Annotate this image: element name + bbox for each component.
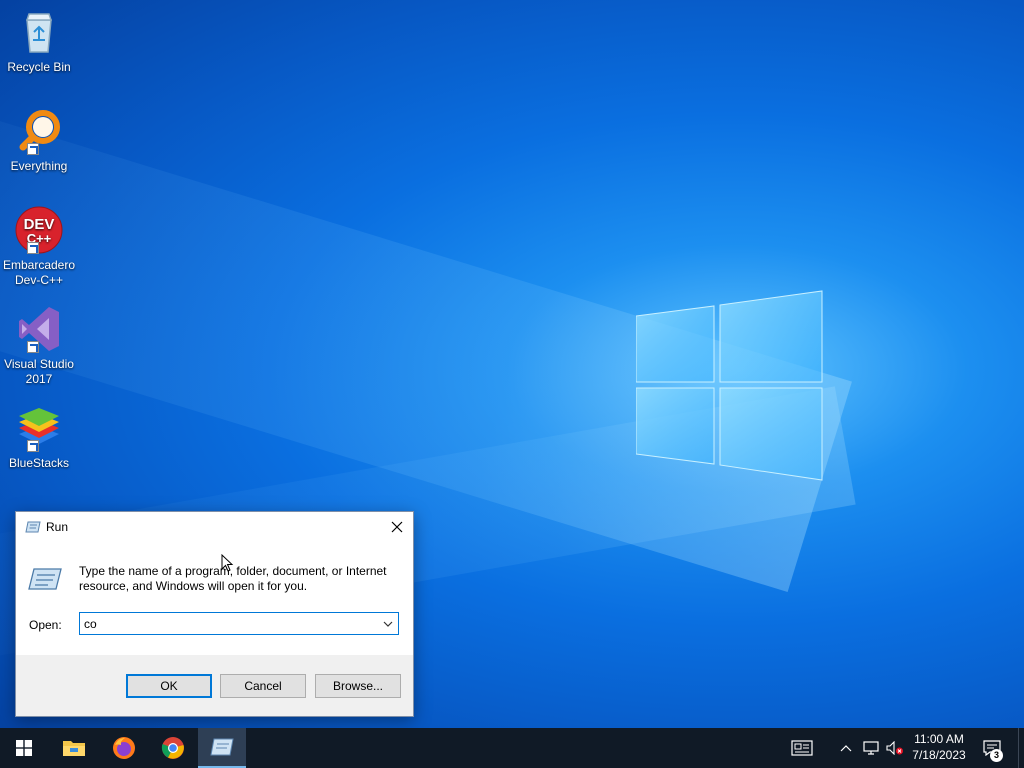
desktop-icon-recycle-bin[interactable]: Recycle Bin <box>2 8 76 75</box>
run-body: Type the name of a program, folder, docu… <box>16 542 413 655</box>
clock-time: 11:00 AM <box>914 732 964 746</box>
recycle-bin-icon <box>15 8 63 56</box>
start-icon <box>16 740 32 756</box>
taskbar-run[interactable] <box>198 728 246 768</box>
run-icon <box>28 568 62 590</box>
desktop-icon-label: Recycle Bin <box>7 60 71 74</box>
run-description: Type the name of a program, folder, docu… <box>79 564 387 593</box>
taskbar-clock[interactable]: 11:00 AM 7/18/2023 <box>904 731 974 765</box>
news-icon <box>791 740 813 756</box>
network-icon <box>863 741 879 755</box>
close-button[interactable] <box>381 512 413 542</box>
volume-muted-icon <box>886 741 903 755</box>
cancel-button[interactable]: Cancel <box>220 674 306 698</box>
firefox-icon <box>113 737 135 759</box>
tray-volume[interactable] <box>885 738 905 758</box>
visual-studio-icon <box>15 305 63 353</box>
run-titlebar[interactable]: Run <box>16 512 413 542</box>
browse-button[interactable]: Browse... <box>315 674 401 698</box>
run-dialog: Run Type the name of a program, folder, … <box>15 511 414 717</box>
desktop-icon-label: Everything <box>10 159 68 173</box>
chrome-icon <box>161 737 184 759</box>
run-icon <box>210 738 234 756</box>
desktop-icon-label: BlueStacks <box>8 456 70 470</box>
shortcut-arrow-icon <box>27 341 39 353</box>
desktop-icon-devcpp[interactable]: DEV C++ Embarcadero Dev-C++ <box>2 206 76 288</box>
tray-overflow-button[interactable] <box>838 738 854 758</box>
notification-count-badge: 3 <box>990 749 1003 762</box>
run-title: Run <box>46 520 69 534</box>
desktop-icon-everything[interactable]: Everything <box>2 107 76 174</box>
shortcut-arrow-icon <box>27 242 39 254</box>
ok-button[interactable]: OK <box>126 674 212 698</box>
open-input[interactable] <box>84 614 378 633</box>
windows-logo <box>636 290 823 481</box>
desktop-icon-bluestacks[interactable]: BlueStacks <box>2 404 76 471</box>
taskbar: 11:00 AM 7/18/2023 3 <box>0 728 1024 768</box>
taskbar-firefox[interactable] <box>100 728 148 768</box>
clock-date: 7/18/2023 <box>912 748 966 762</box>
run-icon <box>25 521 41 533</box>
mouse-cursor-icon <box>221 554 234 572</box>
tray-news[interactable] <box>790 738 814 758</box>
everything-search-icon <box>15 107 63 155</box>
taskbar-chrome[interactable] <box>149 728 197 768</box>
desktop-icon-visual-studio[interactable]: Visual Studio 2017 <box>2 305 76 387</box>
dropdown-button[interactable] <box>378 613 398 634</box>
chevron-up-icon <box>840 745 852 752</box>
desktop-icon-label: Visual Studio 2017 <box>4 357 74 386</box>
devcpp-icon: DEV C++ <box>15 206 63 254</box>
shortcut-arrow-icon <box>27 440 39 452</box>
taskbar-file-explorer[interactable] <box>50 728 98 768</box>
close-icon <box>391 521 403 533</box>
tray-network[interactable] <box>862 738 880 758</box>
bluestacks-icon <box>15 404 63 452</box>
open-label: Open: <box>29 618 62 632</box>
chevron-down-icon <box>383 621 393 627</box>
shortcut-arrow-icon <box>27 143 39 155</box>
file-explorer-icon <box>63 741 85 756</box>
open-combobox[interactable] <box>79 612 399 635</box>
start-button[interactable] <box>0 728 48 768</box>
show-desktop-button[interactable] <box>1018 728 1024 768</box>
desktop-icon-label: Embarcadero Dev-C++ <box>2 258 76 287</box>
